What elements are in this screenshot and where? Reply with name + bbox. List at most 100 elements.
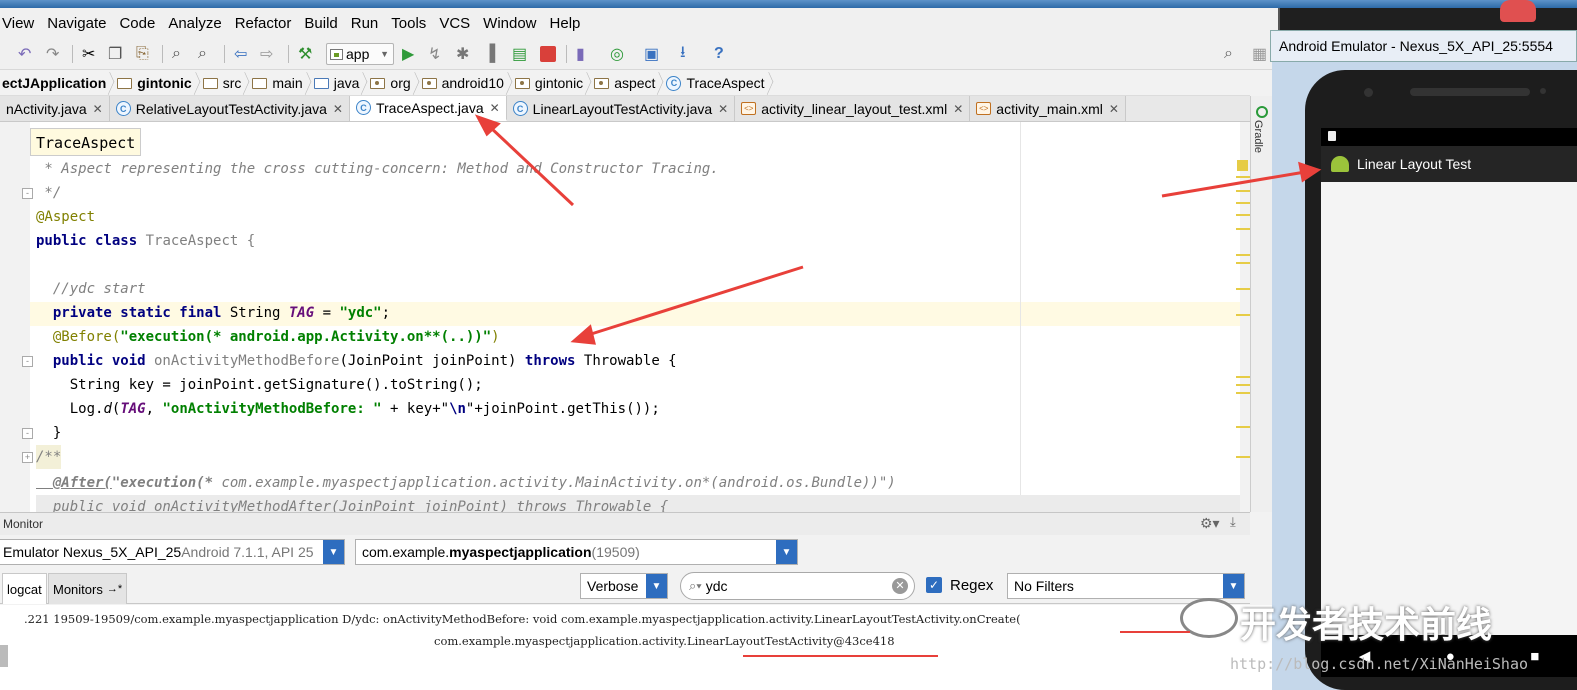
- gradle-tool-tab[interactable]: Gradle: [1252, 120, 1264, 153]
- breadcrumb-src[interactable]: src: [201, 71, 245, 96]
- attach-debugger-icon[interactable]: ▤: [512, 44, 527, 64]
- app-icon: [1500, 0, 1536, 22]
- fold-marker-icon[interactable]: +: [22, 452, 33, 463]
- debug-icon[interactable]: ✱: [456, 44, 469, 64]
- device-select[interactable]: Emulator Nexus_5X_API_25 Android 7.1.1, …: [0, 539, 345, 565]
- breadcrumb-module[interactable]: gintonic: [115, 71, 194, 96]
- sync-gradle-icon[interactable]: ◎: [610, 44, 624, 64]
- forward-icon[interactable]: ⇨: [260, 44, 273, 64]
- menu-analyze[interactable]: Analyze: [168, 15, 221, 32]
- menu-vcs[interactable]: VCS: [439, 15, 470, 32]
- stripe-mark[interactable]: [1236, 228, 1250, 230]
- menu-navigate[interactable]: Navigate: [47, 15, 106, 32]
- stripe-mark[interactable]: [1236, 456, 1250, 458]
- tab-activity-main-xml[interactable]: <> activity_main.xml ✕: [970, 96, 1126, 121]
- stripe-mark[interactable]: [1236, 176, 1250, 178]
- hide-panel-icon[interactable]: ⤓: [1230, 514, 1236, 530]
- run-config-select[interactable]: app ▼: [326, 43, 394, 65]
- close-icon[interactable]: ✕: [718, 102, 728, 116]
- breadcrumb-org[interactable]: org: [368, 71, 413, 96]
- device-row: Emulator Nexus_5X_API_25 Android 7.1.1, …: [0, 536, 1250, 568]
- tab-activity-linear-layout-test-xml[interactable]: <> activity_linear_layout_test.xml ✕: [735, 96, 971, 121]
- menu-tools[interactable]: Tools: [391, 15, 426, 32]
- tab-mainactivity[interactable]: nActivity.java ✕: [0, 96, 110, 121]
- gradle-icon[interactable]: [1256, 106, 1268, 118]
- menu-code[interactable]: Code: [119, 15, 155, 32]
- build-hammer-icon[interactable]: ⚒: [298, 44, 312, 64]
- notifications-icon[interactable]: ▦: [1252, 44, 1267, 64]
- error-stripe[interactable]: [1230, 156, 1250, 506]
- breadcrumb-java[interactable]: java: [312, 71, 363, 96]
- recents-icon[interactable]: ■: [1530, 648, 1539, 665]
- stripe-mark[interactable]: [1236, 262, 1250, 264]
- logcat-search-input[interactable]: ⌕▾ ydc ✕: [680, 572, 915, 600]
- stripe-mark[interactable]: [1236, 254, 1250, 256]
- tab-traceaspect[interactable]: C TraceAspect.java ✕: [349, 96, 507, 121]
- stripe-mark[interactable]: [1236, 288, 1250, 290]
- fold-marker-icon[interactable]: -: [22, 188, 33, 199]
- filter-select[interactable]: No Filters ▼: [1007, 573, 1245, 599]
- stripe-mark[interactable]: [1236, 314, 1250, 316]
- fold-marker-icon[interactable]: -: [22, 428, 33, 439]
- apply-changes-icon[interactable]: ↯: [428, 44, 441, 64]
- profile-icon[interactable]: ▐: [484, 44, 495, 64]
- tab-monitors[interactable]: Monitors →*: [48, 573, 128, 604]
- stripe-mark[interactable]: [1236, 426, 1250, 428]
- menu-window[interactable]: Window: [483, 15, 536, 32]
- breadcrumb-aspect[interactable]: aspect: [592, 71, 658, 96]
- breadcrumb-main[interactable]: main: [250, 71, 305, 96]
- back-icon[interactable]: ⇦: [234, 44, 247, 64]
- search-icon: ⌕▾: [689, 578, 702, 593]
- project-structure-icon[interactable]: ▣: [644, 44, 659, 64]
- menu-help[interactable]: Help: [550, 15, 581, 32]
- stripe-mark[interactable]: [1236, 190, 1250, 192]
- search-everywhere-icon[interactable]: ⌕: [1224, 44, 1233, 64]
- close-icon[interactable]: ✕: [93, 102, 103, 116]
- close-icon[interactable]: ✕: [953, 102, 963, 116]
- close-icon[interactable]: ✕: [1109, 102, 1119, 116]
- breadcrumb-project[interactable]: ectJApplication: [0, 71, 109, 96]
- menu-view[interactable]: View: [2, 15, 34, 32]
- cut-icon[interactable]: ✂: [82, 44, 95, 64]
- replace-icon[interactable]: ⌕: [198, 44, 207, 64]
- breadcrumb-traceaspect[interactable]: C TraceAspect: [664, 71, 767, 96]
- menu-build[interactable]: Build: [304, 15, 337, 32]
- scrollbar[interactable]: [0, 645, 8, 667]
- menu-run[interactable]: Run: [351, 15, 379, 32]
- stop-icon[interactable]: [540, 46, 556, 62]
- find-icon[interactable]: ⌕: [172, 44, 181, 64]
- breadcrumb-gintonic[interactable]: gintonic: [513, 71, 586, 96]
- breadcrumb-main-label: main: [272, 75, 303, 91]
- avd-manager-icon[interactable]: ▮: [576, 44, 585, 64]
- gear-icon[interactable]: ⚙▾: [1200, 515, 1220, 532]
- clear-search-icon[interactable]: ✕: [892, 578, 908, 594]
- method-name-text: onActivityMethodBefore: [145, 353, 340, 369]
- process-select[interactable]: com.example. myaspectjapplication (19509)…: [355, 539, 798, 565]
- stripe-mark[interactable]: [1236, 384, 1250, 386]
- undo-icon[interactable]: ↶: [18, 44, 31, 64]
- copy-icon[interactable]: ❐: [108, 44, 122, 64]
- redo-icon[interactable]: ↷: [46, 44, 59, 64]
- stripe-mark[interactable]: [1236, 214, 1250, 216]
- close-icon[interactable]: ✕: [333, 102, 343, 116]
- regex-checkbox[interactable]: ✓: [926, 577, 942, 593]
- stripe-mark[interactable]: [1236, 392, 1250, 394]
- log-level-select[interactable]: Verbose ▼: [580, 573, 668, 599]
- run-icon[interactable]: ▶: [402, 44, 414, 64]
- tab-logcat[interactable]: logcat: [2, 573, 47, 604]
- status-indicator-icon[interactable]: [1237, 160, 1248, 171]
- paste-icon[interactable]: ⎘: [136, 44, 149, 64]
- tab-linearlayouttestactivity[interactable]: C LinearLayoutTestActivity.java ✕: [506, 96, 736, 121]
- close-icon[interactable]: ✕: [490, 101, 500, 115]
- tab-relativelayouttestactivity[interactable]: C RelativeLayoutTestActivity.java ✕: [109, 96, 350, 121]
- logcat-output[interactable]: .221 19509-19509/com.example.myaspectjap…: [0, 605, 1278, 690]
- keyword-text: throws: [524, 353, 576, 369]
- sdk-manager-icon[interactable]: ⭳: [680, 44, 686, 64]
- stripe-mark[interactable]: [1236, 376, 1250, 378]
- breadcrumb-android10[interactable]: android10: [420, 71, 507, 96]
- stripe-mark[interactable]: [1236, 202, 1250, 204]
- menu-refactor[interactable]: Refactor: [235, 15, 292, 32]
- app-content[interactable]: [1321, 182, 1577, 635]
- fold-marker-icon[interactable]: -: [22, 356, 33, 367]
- help-icon[interactable]: ?: [714, 44, 724, 64]
